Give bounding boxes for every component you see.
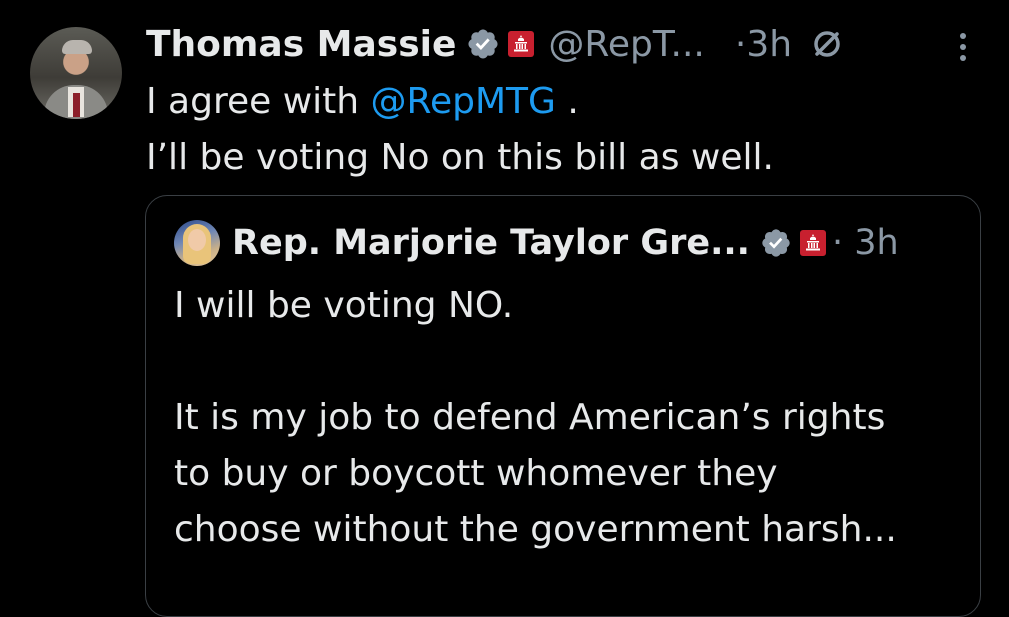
quoted-author-avatar[interactable] (174, 220, 220, 266)
quoted-tweet-card[interactable]: Rep. Marjorie Taylor Gre... · 3h I will … (145, 195, 981, 617)
author-name[interactable]: Thomas Massie (146, 24, 456, 65)
avatar-tie (73, 93, 80, 117)
more-options-icon[interactable] (952, 30, 974, 64)
mention-link[interactable]: @RepMTG (371, 81, 556, 122)
tweet-text: I agree with @RepMTG . I’ll be voting No… (146, 74, 774, 186)
capitol-affiliation-icon[interactable] (508, 31, 535, 57)
quoted-line-2 (174, 334, 897, 390)
quoted-tweet-timestamp[interactable]: · 3h (832, 223, 899, 263)
verified-badge-icon[interactable] (760, 227, 792, 259)
tweet-line-1-prefix: I agree with (146, 81, 371, 122)
author-avatar[interactable] (30, 27, 122, 119)
quoted-line-1: I will be voting NO. (174, 285, 514, 326)
verified-badge-icon[interactable] (466, 27, 500, 61)
tweet-line-1-suffix: . (555, 81, 579, 122)
capitol-affiliation-icon[interactable] (799, 230, 826, 256)
avatar-hair (62, 40, 92, 54)
quoted-line-4: to buy or boycott whomever they (174, 453, 778, 494)
quoted-author-name[interactable]: Rep. Marjorie Taylor Gre... (232, 223, 750, 263)
author-handle[interactable]: @RepT... (548, 24, 704, 65)
quoted-line-5: choose without the government harsh... (174, 509, 897, 550)
quoted-tweet-header: Rep. Marjorie Taylor Gre... · 3h (174, 220, 899, 266)
quoted-line-3: It is my job to defend American’s rights (174, 397, 886, 438)
quoted-avatar-face (188, 229, 206, 251)
reply-restricted-icon (814, 31, 840, 57)
tweet-line-2: I’ll be voting No on this bill as well. (146, 137, 774, 178)
tweet-timestamp[interactable]: ·3h (735, 24, 792, 65)
tweet-header: Thomas Massie @RepT... ·3h (146, 18, 844, 70)
tweet-line-1: I agree with @RepMTG . (146, 74, 774, 130)
quoted-tweet-text: I will be voting NO. It is my job to def… (174, 278, 897, 558)
